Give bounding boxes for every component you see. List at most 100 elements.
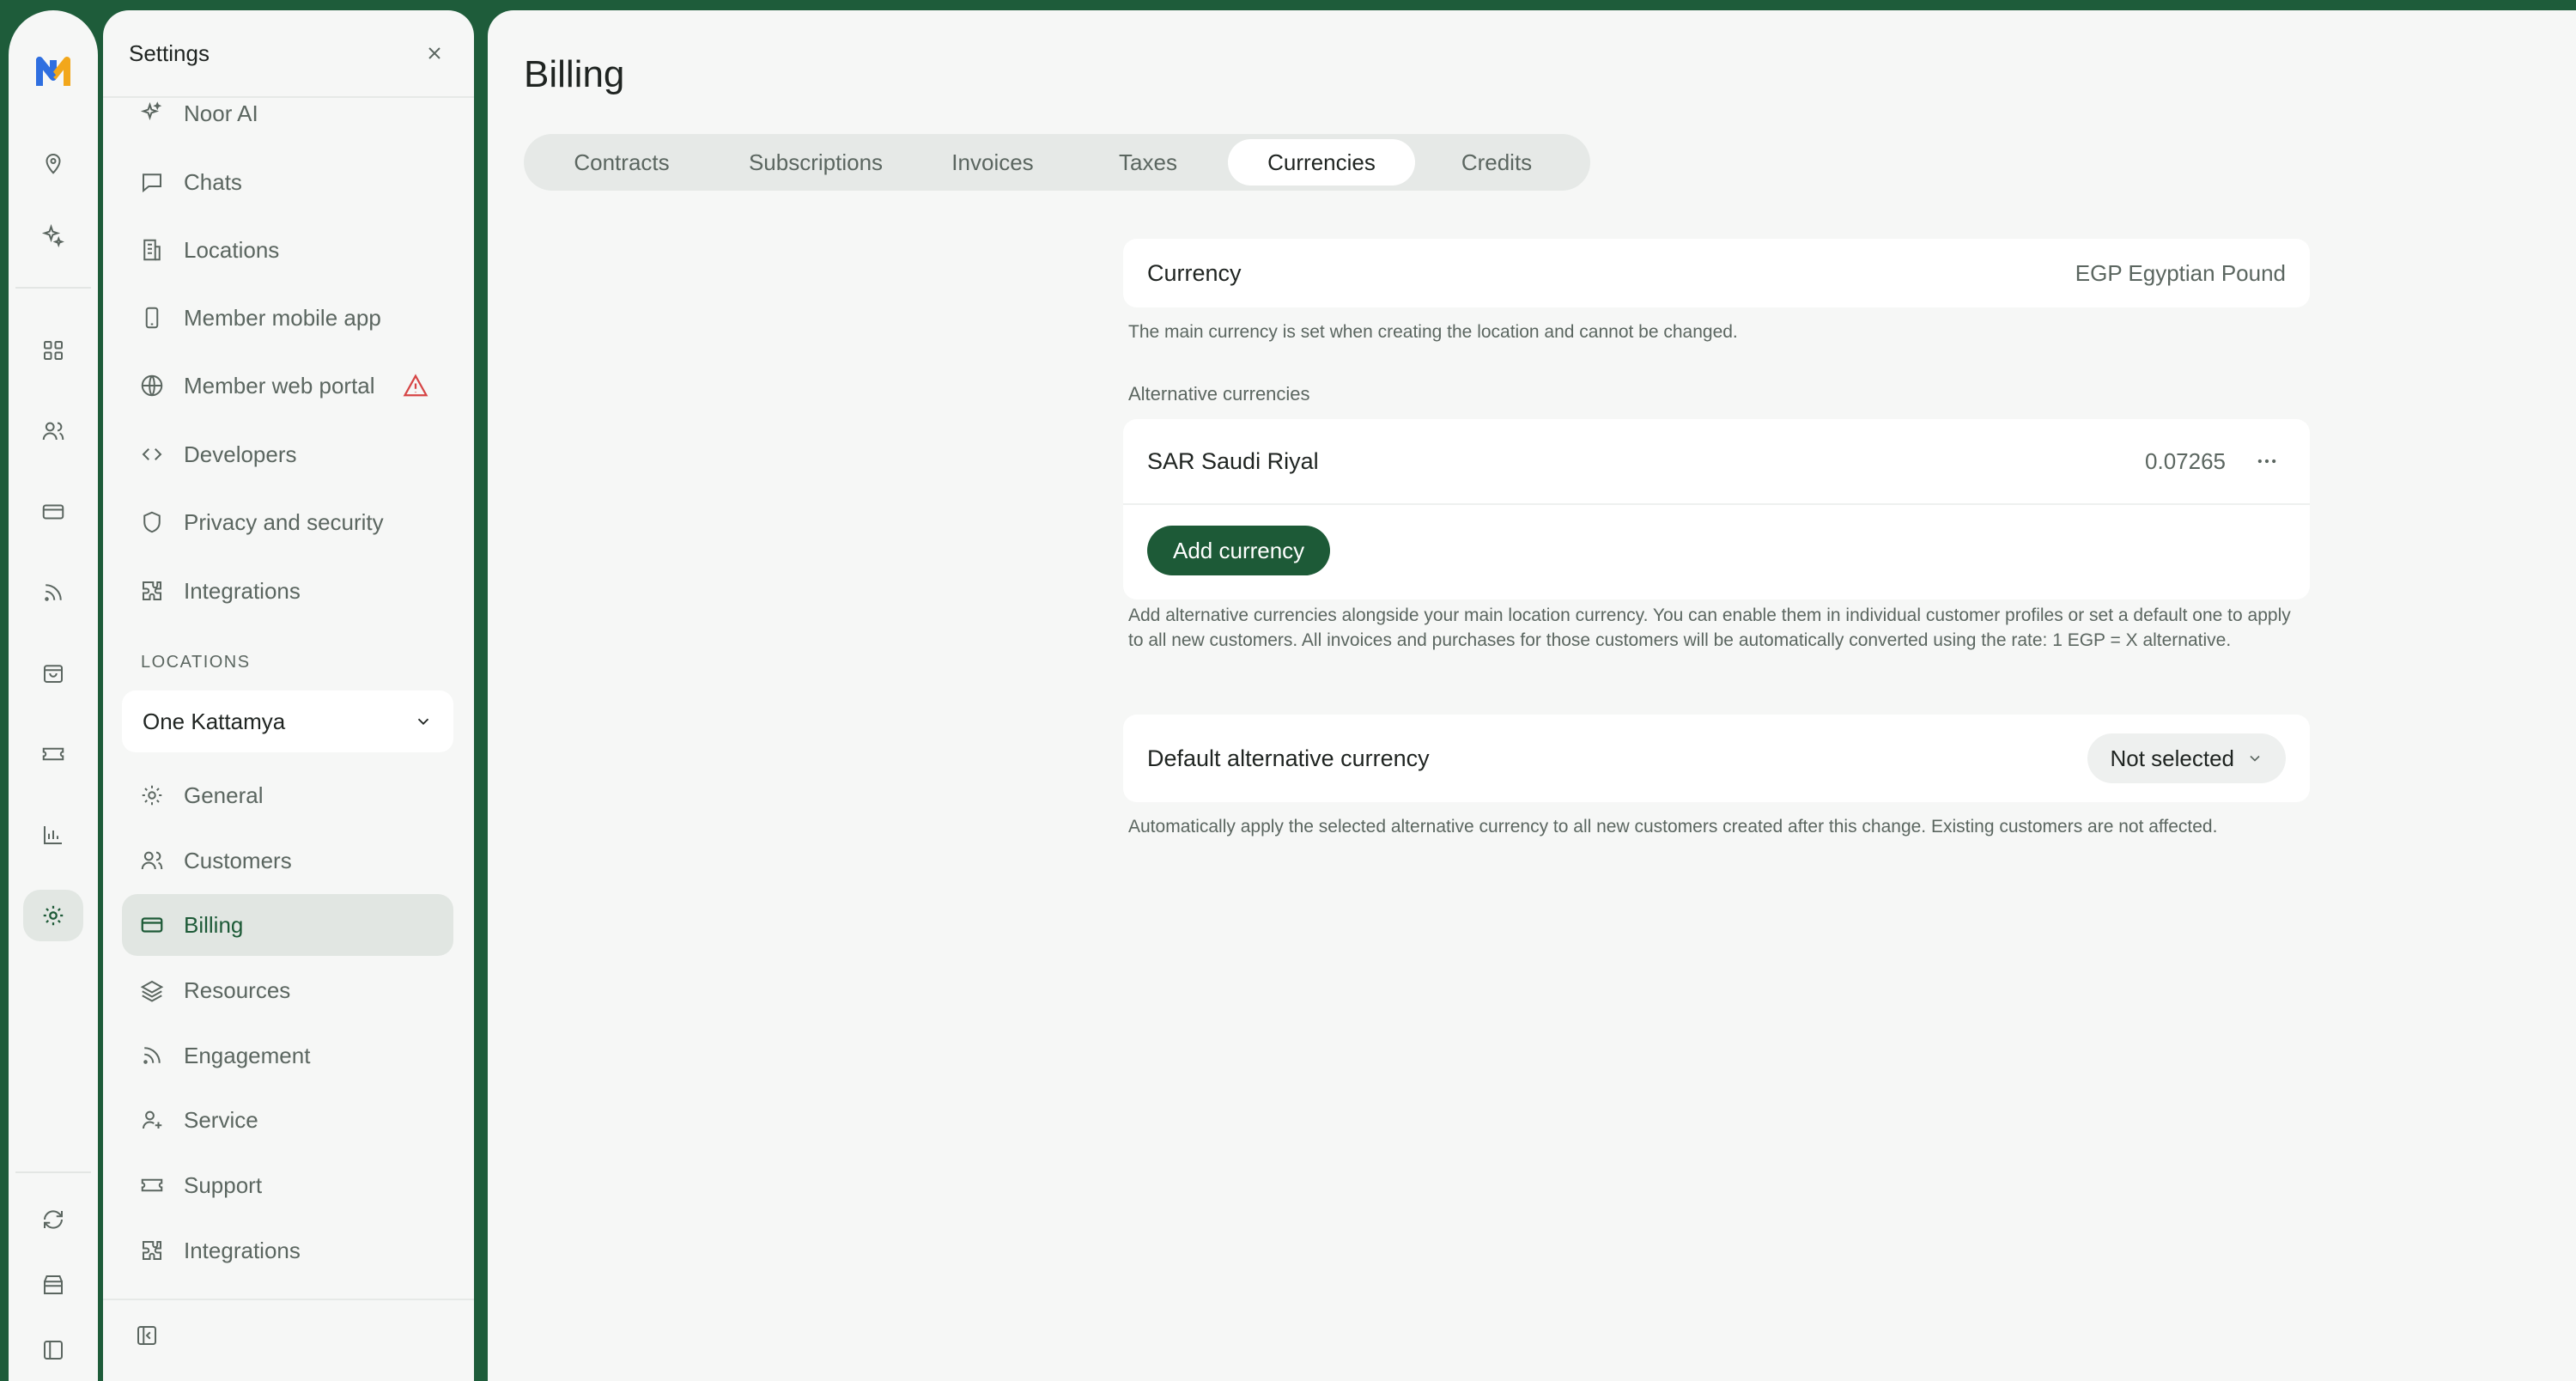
- tab-invoices[interactable]: Invoices: [917, 139, 1068, 186]
- location-item-resources[interactable]: Resources: [122, 959, 453, 1021]
- alt-currency-name: SAR Saudi Riyal: [1147, 447, 1319, 474]
- settings-item-label: Developers: [184, 441, 297, 467]
- default-alt-currency-card: Default alternative currency Not selecte…: [1123, 715, 2310, 802]
- settings-panel: Settings Noor AI Chats Locations Member …: [103, 10, 474, 1381]
- more-options-icon[interactable]: [2248, 442, 2286, 480]
- location-item-integrations[interactable]: Integrations: [122, 1220, 453, 1281]
- close-icon[interactable]: [421, 40, 448, 67]
- rail-chart-icon[interactable]: [23, 809, 83, 861]
- location-item-customers[interactable]: Customers: [122, 830, 453, 891]
- shield-icon: [143, 511, 161, 533]
- ticket-icon: [141, 1178, 163, 1192]
- alternative-help-text: Add alternative currencies alongside you…: [1128, 605, 2291, 650]
- settings-item-label: Locations: [184, 236, 280, 263]
- rail-ticket-icon[interactable]: [23, 728, 83, 780]
- location-item-support[interactable]: Support: [122, 1154, 453, 1216]
- puzzle-icon: [143, 581, 161, 600]
- main-currency-card: Currency EGP Egyptian Pound: [1123, 239, 2310, 307]
- settings-item-developers[interactable]: Developers: [122, 423, 453, 485]
- alternative-currencies-card: SAR Saudi Riyal 0.07265 Add currency: [1123, 419, 2310, 599]
- sparkle-icon: [140, 101, 162, 121]
- app-rail: [9, 10, 98, 1381]
- tab-currencies[interactable]: Currencies: [1228, 139, 1415, 186]
- building-icon: [143, 239, 161, 261]
- default-alt-help-text: Automatically apply the selected alterna…: [1128, 817, 2218, 837]
- alt-currency-actions: 0.07265: [2145, 442, 2286, 480]
- rail-divider: [15, 1171, 91, 1173]
- rail-divider: [15, 287, 91, 289]
- rail-users-icon[interactable]: [23, 405, 83, 457]
- location-item-service[interactable]: Service: [122, 1089, 453, 1151]
- code-icon: [142, 448, 162, 460]
- main-content: Billing Contracts Subscriptions Invoices…: [488, 10, 2576, 1381]
- rail-sidebar-toggle-icon[interactable]: [23, 1324, 83, 1376]
- location-item-engagement[interactable]: Engagement: [122, 1025, 453, 1086]
- location-item-label: Resources: [184, 976, 291, 1003]
- add-currency-button[interactable]: Add currency: [1147, 526, 1331, 575]
- currency-value: EGP Egyptian Pound: [2075, 259, 2286, 286]
- settings-item-label: Integrations: [184, 577, 301, 604]
- settings-item-member-mobile-app[interactable]: Member mobile app: [122, 287, 453, 349]
- default-alt-currency-label: Default alternative currency: [1147, 745, 1430, 771]
- default-alt-currency-select[interactable]: Not selected: [2087, 733, 2286, 783]
- location-item-billing[interactable]: Billing: [122, 894, 453, 956]
- settings-item-integrations[interactable]: Integrations: [122, 560, 453, 622]
- rail-sparkle-icon[interactable]: [23, 210, 83, 261]
- settings-item-label: Noor AI: [184, 100, 258, 126]
- rail-dashboard-icon[interactable]: [23, 325, 83, 376]
- settings-item-noor-ai[interactable]: Noor AI: [122, 82, 453, 144]
- location-select[interactable]: One Kattamya: [122, 690, 453, 752]
- location-item-label: Engagement: [184, 1042, 311, 1068]
- settings-footer-divider: [103, 1299, 474, 1300]
- location-item-label: Support: [184, 1171, 263, 1198]
- settings-item-locations[interactable]: Locations: [122, 219, 453, 281]
- settings-item-label: Privacy and security: [184, 508, 384, 535]
- location-item-label: Customers: [184, 847, 292, 873]
- tab-contracts[interactable]: Contracts: [529, 139, 714, 186]
- tab-credits[interactable]: Credits: [1415, 139, 1578, 186]
- location-item-label: Integrations: [184, 1237, 301, 1263]
- tab-subscriptions[interactable]: Subscriptions: [714, 139, 917, 186]
- rail-sync-icon[interactable]: [23, 1194, 83, 1245]
- chevron-down-icon: [417, 718, 429, 726]
- currency-help-text: The main currency is set when creating t…: [1128, 322, 1738, 342]
- rail-settings-gear-icon[interactable]: [23, 890, 83, 941]
- chevron-down-icon: [2250, 755, 2260, 762]
- list-item: SAR Saudi Riyal 0.07265: [1123, 419, 2310, 505]
- tab-taxes[interactable]: Taxes: [1068, 139, 1228, 186]
- globe-icon: [141, 374, 163, 397]
- currency-label: Currency: [1147, 259, 1242, 286]
- rail-card-icon[interactable]: [23, 486, 83, 538]
- alternative-currencies-heading: Alternative currencies: [1128, 383, 1310, 405]
- rail-location-pin-icon[interactable]: [23, 137, 83, 189]
- chat-icon: [143, 173, 161, 193]
- warning-icon: [403, 374, 428, 397]
- collapse-panel-icon[interactable]: [134, 1323, 160, 1348]
- user-plus-icon: [143, 1110, 162, 1129]
- puzzle-icon: [143, 1241, 161, 1260]
- alt-currency-rate: 0.07265: [2145, 447, 2226, 474]
- rss-icon: [143, 1047, 161, 1064]
- location-select-value: One Kattamya: [143, 708, 286, 734]
- gear-icon: [142, 785, 162, 806]
- location-item-label: General: [184, 782, 264, 808]
- location-item-general[interactable]: General: [122, 764, 453, 826]
- settings-item-label: Chats: [184, 168, 242, 195]
- settings-item-label: Member mobile app: [184, 304, 381, 331]
- settings-title: Settings: [129, 40, 210, 66]
- app-logo[interactable]: [34, 53, 72, 91]
- billing-tabs: Contracts Subscriptions Invoices Taxes C…: [524, 134, 1590, 191]
- layers-icon: [140, 980, 164, 1002]
- settings-item-member-web-portal[interactable]: Member web portal: [122, 355, 453, 417]
- settings-item-privacy-security[interactable]: Privacy and security: [122, 491, 453, 553]
- default-alt-currency-value: Not selected: [2110, 745, 2234, 771]
- rail-bag-icon[interactable]: [23, 648, 83, 699]
- settings-item-label: Member web portal: [184, 372, 375, 398]
- card-icon: [141, 917, 163, 933]
- rail-rss-icon[interactable]: [23, 567, 83, 618]
- users-icon: [141, 851, 163, 870]
- location-item-label: Service: [184, 1106, 258, 1133]
- settings-item-chats[interactable]: Chats: [122, 151, 453, 213]
- rail-store-icon[interactable]: [23, 1259, 83, 1311]
- locations-section-label: LOCATIONS: [141, 653, 251, 672]
